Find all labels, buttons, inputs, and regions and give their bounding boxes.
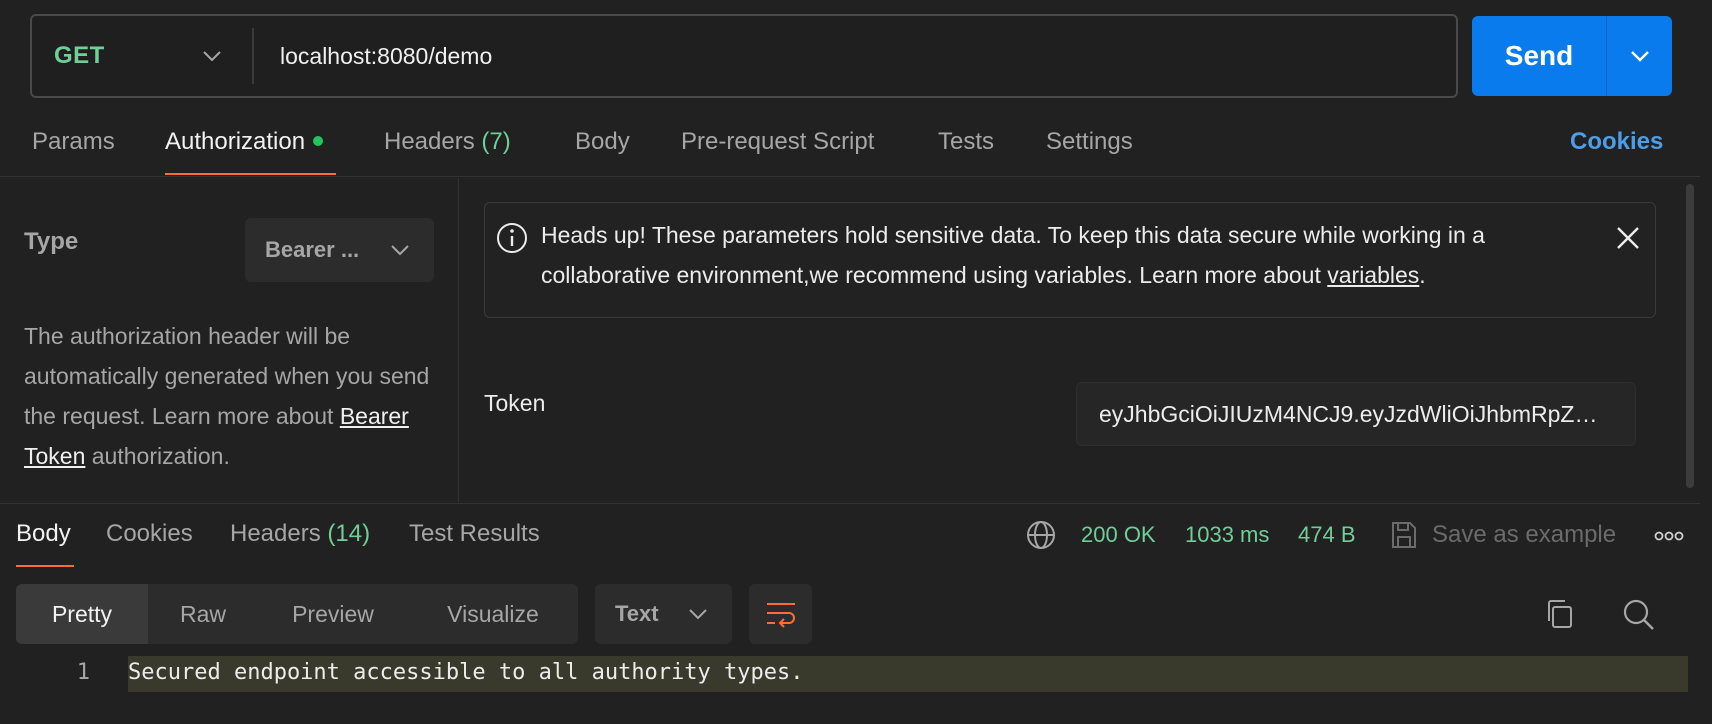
pane-divider bbox=[458, 178, 459, 503]
send-label: Send bbox=[1504, 40, 1574, 71]
tab-body[interactable]: Body bbox=[575, 128, 630, 156]
response-tab-body[interactable]: Body bbox=[16, 520, 71, 548]
tab-authorization-label: Authorization bbox=[165, 128, 306, 155]
scrollbar[interactable] bbox=[1686, 184, 1694, 488]
copy-icon[interactable] bbox=[1544, 598, 1574, 630]
auth-description: The authorization header will be automat… bbox=[24, 316, 444, 476]
status-code[interactable]: 200 OK bbox=[1081, 522, 1156, 548]
save-as-example-button[interactable]: Save as example bbox=[1390, 520, 1616, 550]
more-options-icon[interactable] bbox=[1654, 530, 1684, 542]
response-tab-headers-label: Headers bbox=[230, 520, 321, 547]
tab-authorization[interactable]: Authorization bbox=[165, 128, 324, 156]
sensitive-data-banner: Heads up! These parameters hold sensitiv… bbox=[484, 202, 1656, 318]
banner-text: Heads up! These parameters hold sensitiv… bbox=[541, 215, 1601, 295]
auth-description-end: authorization. bbox=[85, 443, 230, 469]
info-icon bbox=[497, 223, 527, 253]
response-tab-headers[interactable]: Headers (14) bbox=[230, 520, 370, 548]
view-tab-preview[interactable]: Preview bbox=[258, 584, 408, 644]
line-number: 1 bbox=[76, 660, 90, 685]
format-select[interactable]: Text bbox=[595, 584, 732, 644]
response-view-tabs: Pretty Raw Preview Visualize bbox=[16, 584, 578, 644]
response-tab-cookies[interactable]: Cookies bbox=[106, 520, 193, 548]
wrap-lines-icon bbox=[766, 603, 795, 628]
chevron-down-icon bbox=[391, 245, 409, 256]
auth-type-select[interactable]: Bearer ... bbox=[245, 218, 434, 282]
tab-headers-count: (7) bbox=[481, 128, 511, 155]
response-time[interactable]: 1033 ms bbox=[1185, 522, 1269, 548]
tab-tests[interactable]: Tests bbox=[938, 128, 994, 156]
chevron-down-icon bbox=[203, 51, 221, 62]
view-tab-pretty[interactable]: Pretty bbox=[16, 584, 148, 644]
view-tab-raw[interactable]: Raw bbox=[148, 584, 258, 644]
tab-settings[interactable]: Settings bbox=[1046, 128, 1133, 156]
response-body-text[interactable]: Secured endpoint accessible to all autho… bbox=[128, 660, 804, 685]
response-size[interactable]: 474 B bbox=[1298, 522, 1356, 548]
token-value: eyJhbGciOiJIUzM4NCJ9.eyJzdWliOiJhbmRpZG1… bbox=[1099, 400, 1613, 427]
save-icon bbox=[1392, 522, 1416, 548]
active-tab-indicator bbox=[165, 173, 336, 175]
variables-link[interactable]: variables bbox=[1327, 262, 1419, 288]
token-label: Token bbox=[484, 390, 546, 416]
chevron-down-icon bbox=[689, 609, 707, 620]
send-options-button[interactable] bbox=[1606, 16, 1672, 96]
tab-pre-request-script[interactable]: Pre-request Script bbox=[681, 128, 874, 156]
active-response-tab-indicator bbox=[16, 565, 74, 567]
wrap-lines-button[interactable] bbox=[749, 584, 812, 644]
globe-icon[interactable] bbox=[1026, 520, 1056, 550]
response-headers-count: (14) bbox=[327, 520, 371, 547]
method-select[interactable]: GET bbox=[32, 28, 254, 84]
send-button[interactable]: Send bbox=[1472, 16, 1672, 96]
view-tab-visualize[interactable]: Visualize bbox=[408, 584, 578, 644]
response-tab-test-results[interactable]: Test Results bbox=[409, 520, 540, 548]
response-divider bbox=[0, 503, 1700, 504]
request-url-bar: GET localhost:8080/demo bbox=[30, 14, 1458, 98]
tab-params[interactable]: Params bbox=[32, 128, 115, 156]
cookies-link[interactable]: Cookies bbox=[1570, 128, 1663, 156]
search-icon[interactable] bbox=[1622, 598, 1656, 632]
token-input[interactable]: eyJhbGciOiJIUzM4NCJ9.eyJzdWliOiJhbmRpZG1… bbox=[1076, 382, 1636, 446]
active-dot-icon bbox=[313, 135, 324, 146]
tabs-divider bbox=[0, 176, 1700, 177]
tab-headers[interactable]: Headers (7) bbox=[384, 128, 511, 156]
banner-period: . bbox=[1419, 262, 1426, 288]
chevron-down-icon bbox=[1630, 51, 1649, 62]
format-value: Text bbox=[615, 601, 659, 626]
tab-headers-label: Headers bbox=[384, 128, 475, 155]
method-label: GET bbox=[54, 42, 105, 69]
save-as-example-label: Save as example bbox=[1432, 521, 1617, 548]
url-input[interactable]: localhost:8080/demo bbox=[254, 43, 492, 70]
close-icon[interactable] bbox=[1615, 225, 1641, 251]
auth-type-value: Bearer ... bbox=[265, 237, 360, 262]
auth-type-label: Type bbox=[24, 228, 79, 255]
